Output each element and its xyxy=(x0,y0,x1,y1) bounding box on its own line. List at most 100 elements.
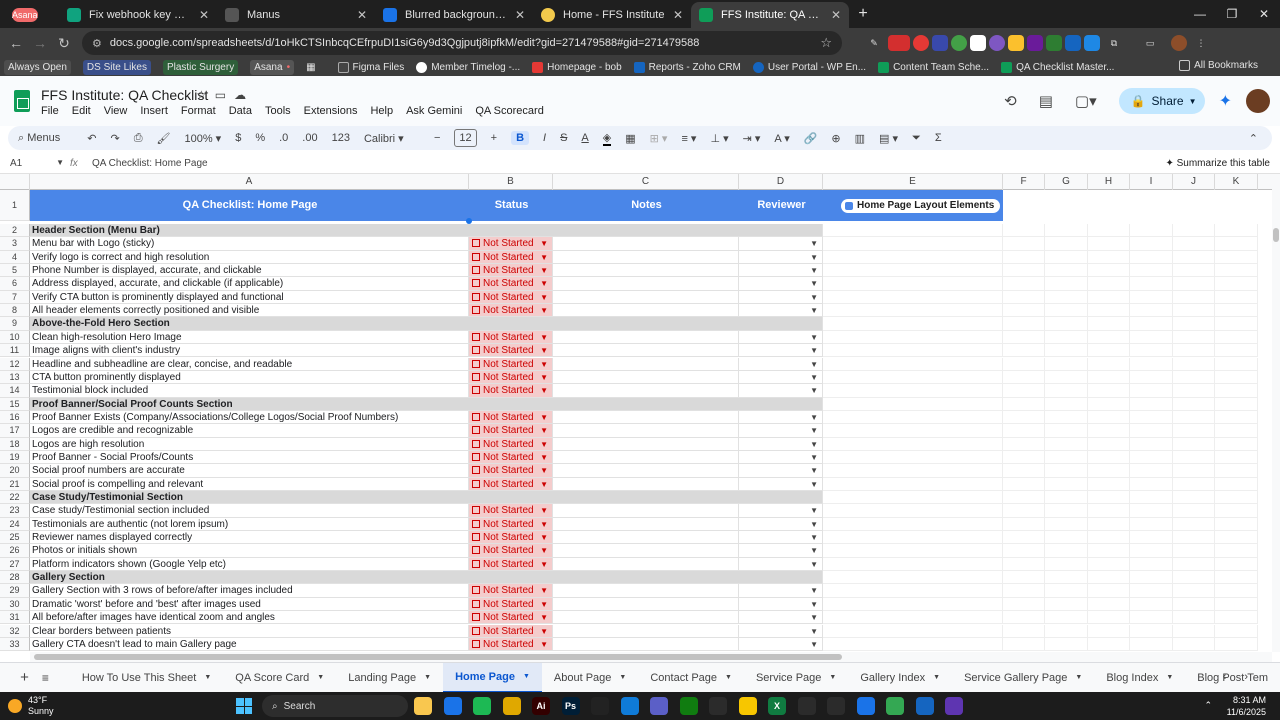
extension-icon[interactable] xyxy=(913,35,929,51)
empty-cell[interactable] xyxy=(823,237,1003,251)
empty-cell[interactable] xyxy=(1215,637,1258,652)
dropdown-arrow-icon[interactable]: ▼ xyxy=(810,411,818,423)
dropdown-arrow-icon[interactable]: ▼ xyxy=(540,638,548,650)
empty-cell[interactable] xyxy=(1173,224,1215,238)
empty-cell[interactable] xyxy=(1003,637,1045,652)
row-header[interactable]: 10 xyxy=(0,330,30,345)
print-icon[interactable]: ⎙ xyxy=(134,132,143,145)
empty-cell[interactable] xyxy=(1003,304,1045,318)
menu-help[interactable]: Help xyxy=(370,105,393,117)
empty-cell[interactable] xyxy=(1173,624,1215,638)
notes-cell[interactable] xyxy=(553,357,739,371)
empty-cell[interactable] xyxy=(1215,384,1258,398)
sheet-tab-menu-icon[interactable]: ▼ xyxy=(424,674,431,681)
empty-cell[interactable] xyxy=(1045,357,1088,371)
vertical-scrollbar[interactable] xyxy=(1272,174,1280,652)
checklist-item-cell[interactable]: Social proof is compelling and relevant xyxy=(30,477,469,491)
percent-format-button[interactable]: % xyxy=(255,132,265,144)
empty-cell[interactable] xyxy=(1173,304,1215,318)
photoshop-app-icon[interactable]: Ps xyxy=(561,697,580,715)
dropdown-arrow-icon[interactable]: ▼ xyxy=(810,584,818,596)
checklist-item-cell[interactable]: Clean high-resolution Hero Image xyxy=(30,330,469,345)
extension-icon[interactable] xyxy=(970,35,986,51)
row-header[interactable]: 17 xyxy=(0,424,30,438)
dropdown-arrow-icon[interactable]: ▼ xyxy=(810,478,818,490)
row-header[interactable]: 1 xyxy=(0,190,30,221)
insert-chart-icon[interactable]: ▥ xyxy=(855,132,865,145)
notes-cell[interactable] xyxy=(553,450,739,465)
empty-cell[interactable] xyxy=(1173,357,1215,371)
status-dropdown[interactable]: Not Started ▼ xyxy=(469,370,553,385)
reviewer-dropdown[interactable]: ▼ xyxy=(739,611,823,625)
column-header-c[interactable]: C xyxy=(553,174,739,190)
notes-cell[interactable] xyxy=(553,531,739,545)
empty-cell[interactable] xyxy=(1130,410,1173,425)
empty-cell[interactable] xyxy=(1130,464,1173,478)
row-header[interactable]: 5 xyxy=(0,264,30,278)
move-folder-icon[interactable]: ▭ xyxy=(215,88,234,102)
empty-cell[interactable] xyxy=(1173,330,1215,345)
notes-cell[interactable] xyxy=(553,437,739,451)
merge-cells-icon[interactable]: ⊞ ▾ xyxy=(650,132,668,145)
empty-cell[interactable] xyxy=(1003,597,1045,612)
row-header[interactable]: 24 xyxy=(0,517,30,532)
dropdown-arrow-icon[interactable]: ▼ xyxy=(810,304,818,316)
status-dropdown[interactable]: Not Started ▼ xyxy=(469,624,553,638)
insert-link-icon[interactable]: 🔗 xyxy=(804,132,818,145)
notepad-app-icon[interactable] xyxy=(915,697,934,715)
empty-cell[interactable] xyxy=(1088,464,1130,478)
empty-cell[interactable] xyxy=(1088,330,1130,345)
empty-cell[interactable] xyxy=(1045,277,1088,291)
empty-cell[interactable] xyxy=(1173,384,1215,398)
empty-cell[interactable] xyxy=(1045,437,1088,451)
chrome-2-app-icon[interactable] xyxy=(886,697,904,715)
site-info-icon[interactable]: ⚙ xyxy=(92,37,102,50)
row-header[interactable]: 18 xyxy=(0,437,30,451)
empty-cell[interactable] xyxy=(823,611,1003,625)
horizontal-align-icon[interactable]: ≡ ▾ xyxy=(681,132,696,145)
undo-icon[interactable]: ↶ xyxy=(87,132,96,145)
header-cell-a[interactable]: QA Checklist: Home Page xyxy=(30,190,469,221)
empty-cell[interactable] xyxy=(1088,544,1130,558)
browser-tab-asana[interactable]: Asana xyxy=(4,2,59,28)
empty-cell[interactable] xyxy=(1173,597,1215,612)
checklist-item-cell[interactable]: Proof Banner Exists (Company/Association… xyxy=(30,410,469,425)
empty-cell[interactable] xyxy=(1003,584,1045,598)
reviewer-dropdown[interactable]: ▼ xyxy=(739,557,823,572)
dropdown-arrow-icon[interactable]: ▼ xyxy=(540,277,548,289)
dropdown-arrow-icon[interactable]: ▼ xyxy=(810,264,818,276)
formula-input[interactable]: QA Checklist: Home Page xyxy=(92,158,1165,169)
reviewer-dropdown[interactable]: ▼ xyxy=(739,384,823,398)
column-header-g[interactable]: G xyxy=(1045,174,1088,190)
sheet-tab-menu-icon[interactable]: ▼ xyxy=(619,674,626,681)
status-dropdown[interactable]: Not Started ▼ xyxy=(469,330,553,345)
empty-cell[interactable] xyxy=(1173,410,1215,425)
empty-cell[interactable] xyxy=(1173,424,1215,438)
profile-avatar[interactable] xyxy=(1171,35,1187,51)
dropdown-arrow-icon[interactable]: ▼ xyxy=(810,251,818,263)
status-dropdown[interactable]: Not Started ▼ xyxy=(469,424,553,438)
empty-cell[interactable] xyxy=(823,450,1003,465)
collapse-toolbar-icon[interactable]: ⌃ xyxy=(1249,132,1258,145)
empty-cell[interactable] xyxy=(1045,410,1088,425)
strikethrough-button[interactable]: S xyxy=(560,132,567,144)
empty-cell[interactable] xyxy=(1130,250,1173,265)
weather-widget[interactable]: 43°F Sunny xyxy=(8,695,54,717)
empty-cell[interactable] xyxy=(1045,290,1088,305)
empty-cell[interactable] xyxy=(823,424,1003,438)
empty-cell[interactable] xyxy=(823,637,1003,652)
empty-cell[interactable] xyxy=(1045,344,1088,358)
row-header[interactable]: 9 xyxy=(0,317,30,331)
dropdown-arrow-icon[interactable]: ▼ xyxy=(540,504,548,516)
row-header[interactable]: 7 xyxy=(0,290,30,305)
empty-cell[interactable] xyxy=(1215,330,1258,345)
checklist-item-cell[interactable]: All before/after images have identical z… xyxy=(30,611,469,625)
status-dropdown[interactable]: Not Started ▼ xyxy=(469,357,553,371)
empty-cell[interactable] xyxy=(1173,504,1215,518)
row-header[interactable]: 12 xyxy=(0,357,30,371)
dropdown-arrow-icon[interactable]: ▼ xyxy=(540,478,548,490)
dropdown-arrow-icon[interactable]: ▼ xyxy=(810,384,818,396)
empty-cell[interactable] xyxy=(1045,264,1088,278)
empty-cell[interactable] xyxy=(823,584,1003,598)
empty-cell[interactable] xyxy=(1088,304,1130,318)
